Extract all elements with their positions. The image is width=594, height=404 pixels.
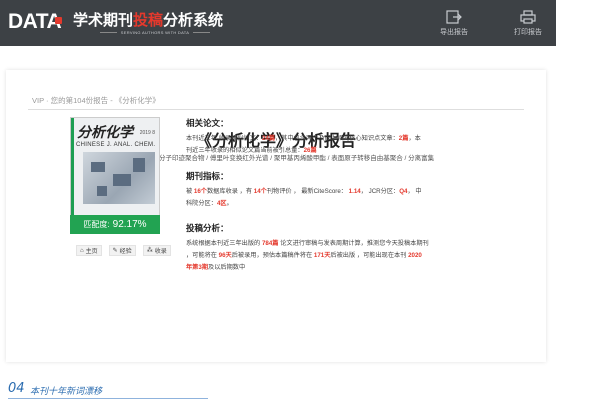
text: 后被录用，预估本篇稿件将在: [231, 252, 314, 259]
highlight-value: 2020: [408, 252, 422, 259]
cover-year: 2019 8: [139, 130, 155, 136]
experience-button[interactable]: ✎ 经验: [108, 245, 136, 256]
highlight-value: 年第3期: [186, 264, 209, 271]
indexing-button-label: 收录: [154, 249, 167, 255]
logo-accent-dot: [55, 17, 62, 24]
highlight-value: 171天: [313, 252, 331, 259]
text: ， JCR分区：: [360, 188, 400, 195]
home-icon: ⌂: [80, 247, 84, 254]
text: 论文进行审稿与发表周期计算，推测您今天投稿本期刊: [278, 240, 429, 247]
homepage-button[interactable]: ⌂ 主页: [76, 245, 102, 256]
related-papers-line-1: 本刊近三年 收录相似论文：24篇，其中包含两个及以上相同核心知识点文章：2篇，本: [186, 133, 421, 145]
match-score-value: 92.17%: [112, 219, 147, 230]
text: ， 中: [407, 188, 422, 195]
related-papers-section: 相关论文： 本刊近三年 收录相似论文：24篇，其中包含两个及以上相同核心知识点文…: [186, 117, 421, 157]
export-icon: [446, 10, 462, 24]
system-title-highlight: 投稿: [133, 12, 164, 29]
system-title-part2: 分析系统: [163, 12, 224, 29]
export-report-label: 导出报告: [440, 29, 468, 36]
text: ，本: [408, 135, 421, 142]
highlight-value: 24篇: [261, 135, 276, 142]
text: 本刊近三年 收录相似论文：: [186, 135, 262, 142]
section-underline: [8, 398, 208, 399]
data-logo: DATA: [6, 8, 68, 34]
print-report-label: 打印报告: [514, 29, 542, 36]
subtitle-divider-left: [100, 32, 117, 33]
text: 。: [226, 200, 233, 207]
breadcrumb-divider: [28, 109, 524, 110]
journal-cover-image: 分析化学 2019 8 CHINESE J. ANAL. CHEM.: [70, 117, 160, 217]
cover-en-title: CHINESE J. ANAL. CHEM.: [76, 142, 156, 148]
subtitle-divider-right: [193, 32, 210, 33]
section-title: 期刊指标：: [186, 171, 229, 181]
journal-index-line-1: 被 16个数据库收录 ，有 14个刊物评价 ， 最新CiteScore： 1.1…: [186, 186, 422, 198]
text: 数据库收录 ，有: [207, 188, 254, 195]
cover-green-stripe: [71, 118, 74, 216]
printer-icon: [520, 10, 536, 24]
highlight-value: 1.14: [348, 188, 361, 195]
breadcrumb: VIP · 您的第104份报告 - 《分析化学》: [32, 96, 160, 105]
journal-index-line-2: 科院分区：4区。: [186, 198, 422, 210]
export-report-button[interactable]: 导出报告: [432, 10, 476, 37]
cover-cn-title: 分析化学: [77, 125, 133, 141]
highlight-value: 16个: [193, 188, 207, 195]
journal-action-buttons: ⌂ 主页 ✎ 经验 ⁂ 收录: [76, 245, 171, 256]
experience-button-label: 经验: [119, 249, 132, 255]
cover-art-block: [97, 186, 107, 196]
highlight-value: 26篇: [303, 147, 317, 154]
submission-line-1: 系统根据本刊近三年出版的 784篇 论文进行审稿与发表周期计算，推测您今天投稿本…: [186, 238, 429, 250]
cover-art-block: [133, 158, 145, 172]
section-number: 04: [8, 381, 25, 396]
journal-index-section: 期刊指标： 被 16个数据库收录 ，有 14个刊物评价 ， 最新CiteScor…: [186, 170, 422, 210]
text: 科院分区：: [186, 200, 217, 207]
text: 刊物评价 ， 最新CiteScore：: [266, 188, 349, 195]
text: ，可能将在: [186, 252, 219, 259]
system-title-part1: 学术期刊: [73, 12, 134, 29]
text: 及以后期数中: [208, 264, 246, 271]
text: 刊近三年收录的相似论文篇当前被引总量：: [186, 147, 304, 154]
cover-art-block: [113, 174, 131, 186]
highlight-value: 14个: [253, 188, 267, 195]
highlight-value: 784篇: [261, 240, 279, 247]
logo-text: DATA: [8, 10, 62, 33]
homepage-button-label: 主页: [85, 249, 98, 255]
highlight-value: 96天: [218, 252, 232, 259]
top-header-bar: DATA 学术期刊投稿分析系统 SERVING AUTHORS WITH DAT…: [0, 0, 556, 46]
section-title: 相关论文：: [186, 118, 229, 128]
highlight-value: 4区: [216, 200, 227, 207]
submission-analysis-section: 投稿分析： 系统根据本刊近三年出版的 784篇 论文进行审稿与发表周期计算，推测…: [186, 222, 429, 274]
match-score-badge: 匹配度: 92.17%: [70, 215, 160, 234]
highlight-value: 2篇: [398, 135, 409, 142]
text: ，其中包含两个及以上相同核心知识点文章：: [275, 135, 399, 142]
text: 系统根据本刊近三年出版的: [186, 240, 262, 247]
submission-line-2: ，可能将在 96天后被录用，预估本篇稿件将在 171天后被出版 ，可能出现在本刊…: [186, 250, 429, 262]
cover-art-block: [91, 162, 105, 172]
system-title: 学术期刊投稿分析系统: [73, 9, 223, 30]
system-subtitle: SERVING AUTHORS WITH DATA: [100, 30, 210, 35]
edit-icon: ✎: [112, 248, 118, 254]
submission-line-3: 年第3期及以后期数中: [186, 262, 429, 274]
print-report-button[interactable]: 打印报告: [506, 10, 550, 37]
match-score-label: 匹配度:: [83, 220, 110, 229]
section-title: 投稿分析：: [186, 223, 229, 233]
text: 被: [186, 188, 194, 195]
indexing-button[interactable]: ⁂ 收录: [142, 245, 171, 256]
text: 后被出版 ，可能出现在本刊: [330, 252, 409, 259]
tag-icon: ⁂: [146, 248, 153, 254]
subtitle-text: SERVING AUTHORS WITH DATA: [120, 30, 190, 35]
section-heading: 本刊十年新词漂移: [30, 386, 103, 396]
related-papers-line-2: 刊近三年收录的相似论文篇当前被引总量：26篇: [186, 145, 421, 157]
cover-artwork: [83, 152, 155, 204]
